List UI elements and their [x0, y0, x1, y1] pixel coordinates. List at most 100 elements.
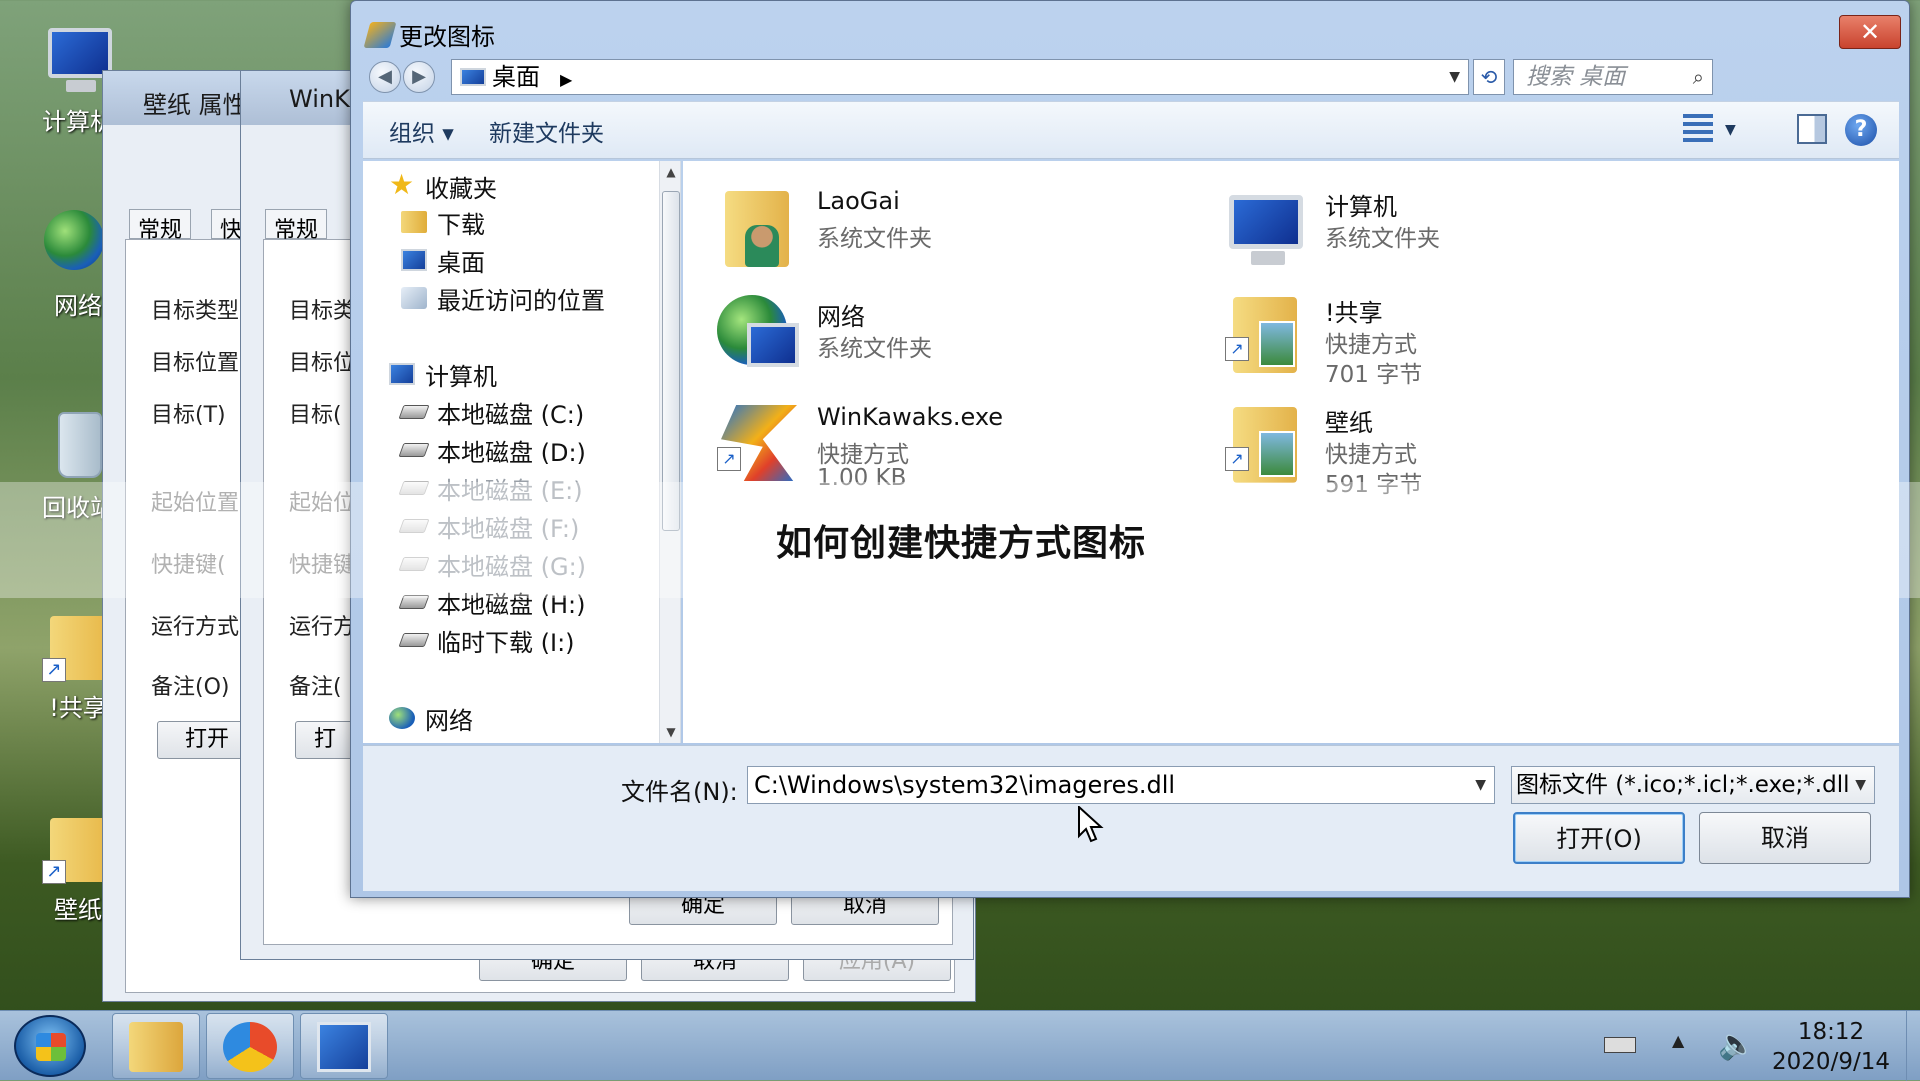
clock[interactable]: 18:12 2020/9/14: [1768, 1017, 1894, 1077]
search-icon[interactable]: ⌕: [1693, 60, 1704, 94]
file-item-wallpaper[interactable]: ↗ 壁纸 快捷方式 591 字节: [1225, 397, 1695, 501]
filename-value: C:\Windows\system32\imageres.dll: [754, 771, 1176, 799]
drive-icon: [398, 595, 430, 609]
drive-icon: [398, 443, 430, 457]
nav-scrollbar[interactable]: ▲ ▼: [659, 161, 680, 743]
file-type: 快捷方式: [1325, 332, 1417, 358]
chevron-down-icon[interactable]: ▼: [1449, 60, 1460, 94]
volume-icon[interactable]: 🔈: [1718, 1027, 1755, 1062]
dialog-footer: 文件名(N): C:\Windows\system32\imageres.dll…: [363, 745, 1899, 891]
file-type: 系统文件夹: [817, 226, 932, 252]
nav-label: 本地磁盘 (H:): [437, 590, 586, 619]
taskbar-browser[interactable]: [206, 1013, 294, 1079]
file-item-share[interactable]: ↗ !共享 快捷方式 701 字节: [1225, 287, 1695, 391]
nav-item-drive-f[interactable]: 本地磁盘 (F:): [398, 509, 579, 543]
nav-label: 最近访问的位置: [437, 286, 605, 315]
forward-icon[interactable]: ▶: [403, 61, 435, 93]
video-caption: 如何创建快捷方式图标: [776, 523, 1147, 564]
nav-item-desktop[interactable]: 桌面: [401, 243, 485, 277]
file-item-laogai[interactable]: LaoGai 系统文件夹: [717, 181, 1187, 285]
back-icon[interactable]: ◀: [369, 61, 401, 93]
nav-computer[interactable]: 计算机: [389, 357, 497, 391]
field-label: 起始位置: [151, 491, 240, 516]
address-row: ◀ ▶ 桌面 ▶ ▼ ⟲ 搜索 桌面 ⌕: [363, 59, 1899, 95]
open-button[interactable]: 打开(O): [1513, 812, 1685, 864]
tab-general[interactable]: 常规: [265, 209, 328, 243]
view-options-icon[interactable]: [1683, 114, 1713, 144]
close-button[interactable]: ✕: [1839, 15, 1901, 49]
view-dropdown-icon[interactable]: ▼: [1725, 122, 1736, 138]
nav-favorites[interactable]: ★ 收藏夹: [389, 169, 497, 203]
network-icon: [717, 295, 801, 379]
start-button[interactable]: [14, 1015, 86, 1077]
desktop-icon: [401, 249, 427, 271]
nav-item-drive-e[interactable]: 本地磁盘 (E:): [398, 471, 583, 505]
filetype-select[interactable]: 图标文件 (*.ico;*.icl;*.exe;*.dll ▼: [1511, 766, 1875, 804]
scroll-thumb[interactable]: [662, 191, 680, 531]
nav-item-recent-places[interactable]: 最近访问的位置: [401, 281, 605, 315]
folder-shortcut-icon: ↗: [1225, 401, 1309, 485]
dialog-title-bar: 更改图标: [363, 17, 495, 52]
drive-icon: [398, 633, 430, 647]
command-toolbar: 组织 ▾ 新建文件夹 ▼ ?: [363, 101, 1899, 159]
scroll-up-icon[interactable]: ▲: [660, 165, 680, 179]
folder-icon: [129, 1022, 183, 1072]
file-item-computer[interactable]: 计算机 系统文件夹: [1225, 181, 1695, 285]
nav-label: 网络: [425, 706, 473, 735]
user-folder-icon: [717, 185, 801, 269]
breadcrumb-arrow-icon[interactable]: ▶: [560, 70, 572, 89]
file-item-network[interactable]: 网络 系统文件夹: [717, 291, 1187, 395]
chevron-down-icon[interactable]: ▼: [1475, 767, 1486, 803]
nav-item-drive-h[interactable]: 本地磁盘 (H:): [398, 585, 586, 619]
field-label: 快捷键(: [151, 553, 226, 578]
search-placeholder: 搜索 桌面: [1526, 64, 1626, 90]
search-input[interactable]: 搜索 桌面 ⌕: [1513, 59, 1713, 95]
file-size: 591 字节: [1325, 472, 1423, 498]
nav-label: 计算机: [425, 362, 497, 391]
file-name: 壁纸: [1325, 409, 1373, 437]
taskbar-control-panel[interactable]: [300, 1013, 388, 1079]
keyboard-icon[interactable]: [1604, 1037, 1636, 1053]
nav-item-drive-d[interactable]: 本地磁盘 (D:): [398, 433, 586, 467]
filename-field[interactable]: C:\Windows\system32\imageres.dll ▼: [747, 766, 1495, 804]
address-bar[interactable]: 桌面 ▶ ▼: [451, 59, 1469, 95]
nav-item-drive-i[interactable]: 临时下载 (I:): [398, 623, 575, 657]
file-name: 计算机: [1325, 193, 1397, 221]
navigation-pane: ★ 收藏夹 下载 桌面 最近访问的位置 计算机 本地磁盘 (C:) 本地磁盘 (…: [363, 161, 681, 743]
field-label: 备注(: [289, 675, 342, 700]
preview-pane-icon[interactable]: [1797, 114, 1827, 144]
field-label: 目标(T): [151, 403, 226, 428]
tab-general[interactable]: 常规: [129, 209, 192, 243]
cancel-button[interactable]: 取消: [1699, 812, 1871, 864]
chevron-down-icon[interactable]: ▼: [1855, 767, 1866, 803]
dialog-title: 更改图标: [399, 23, 495, 51]
drive-icon: [398, 519, 430, 533]
file-name: !共享: [1325, 299, 1383, 327]
nav-network[interactable]: 网络: [389, 701, 473, 735]
file-size: 701 字节: [1325, 362, 1423, 388]
nav-item-drive-c[interactable]: 本地磁盘 (C:): [398, 395, 585, 429]
field-label: 目标类型: [151, 299, 240, 324]
field-label: 起始位: [289, 491, 356, 516]
show-hidden-icons[interactable]: ▲: [1672, 1031, 1684, 1050]
taskbar-explorer[interactable]: [112, 1013, 200, 1079]
help-icon[interactable]: ?: [1845, 114, 1877, 146]
nav-item-downloads[interactable]: 下载: [401, 205, 485, 239]
nav-label: 本地磁盘 (G:): [437, 552, 587, 581]
open-location-button[interactable]: 打: [295, 721, 355, 759]
new-folder-button[interactable]: 新建文件夹: [489, 114, 604, 148]
winkawaks-app-icon: ↗: [717, 401, 801, 485]
breadcrumb[interactable]: 桌面: [492, 63, 540, 91]
show-desktop-button[interactable]: [1906, 1011, 1920, 1081]
file-size: 1.00 KB: [817, 465, 907, 491]
file-item-winkawaks[interactable]: ↗ WinKawaks.exe 快捷方式 1.00 KB: [717, 397, 1187, 501]
organize-menu[interactable]: 组织 ▾: [389, 114, 454, 148]
scroll-down-icon[interactable]: ▼: [660, 725, 680, 739]
recent-places-icon: [401, 287, 427, 309]
browser-icon: [223, 1022, 277, 1072]
refresh-icon[interactable]: ⟲: [1473, 59, 1505, 95]
nav-item-drive-g[interactable]: 本地磁盘 (G:): [398, 547, 587, 581]
nav-label: 本地磁盘 (D:): [437, 438, 586, 467]
nav-label: 下载: [437, 210, 485, 239]
nav-label: 本地磁盘 (C:): [437, 400, 585, 429]
